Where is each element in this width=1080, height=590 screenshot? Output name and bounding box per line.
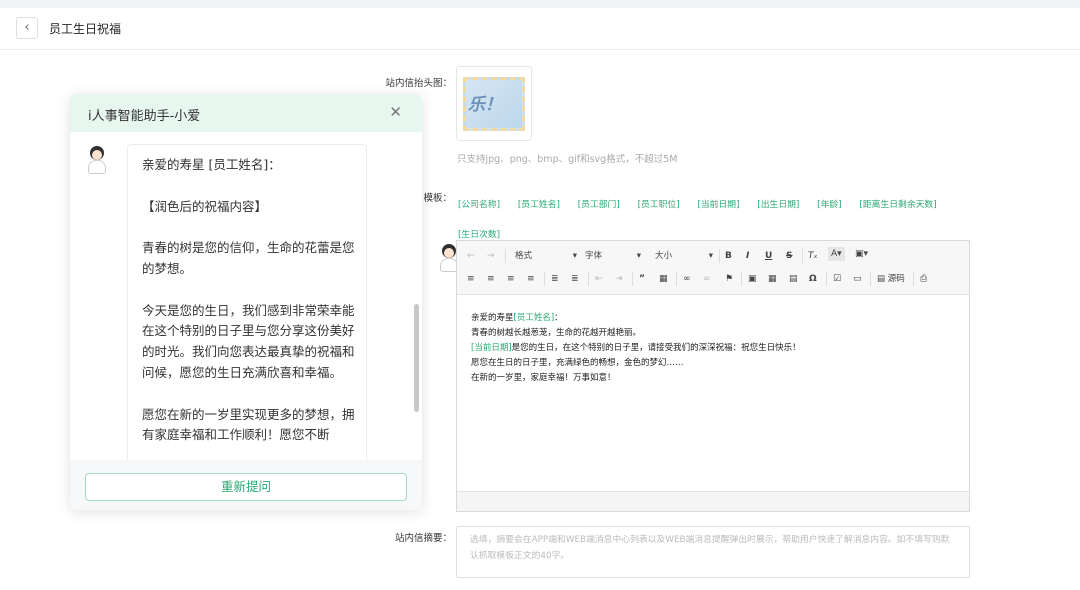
editor-toolbar: ← → 格式 ▾ 字体 ▾ 大小 ▾ B I U S Tₓ A▾ ▣▾ ≡ ≡ ≡ ≡… (457, 241, 969, 295)
source-button[interactable]: ▤ 源码 (877, 272, 905, 286)
underline-button[interactable]: U (765, 249, 772, 263)
tag-company-name[interactable]: [公司名称] (458, 200, 500, 210)
rich-text-editor: ← → 格式 ▾ 字体 ▾ 大小 ▾ B I U S Tₓ A▾ ▣▾ ≡ ≡ ≡ ≡… (456, 240, 970, 512)
tag-employee-department[interactable]: [员工部门] (578, 200, 620, 210)
align-right-icon[interactable]: ≡ (507, 272, 515, 286)
chat-footer: 重新提问 (70, 460, 422, 510)
strike-button[interactable]: S (786, 249, 792, 263)
source-file-icon: ▤ (877, 274, 886, 284)
editor-line-2: 青春的树越长越葱茏，生命的花越开越艳丽。 (471, 328, 642, 338)
align-center-icon[interactable]: ≡ (487, 272, 495, 286)
redo-icon[interactable]: → (487, 249, 495, 263)
print-icon[interactable]: ⎙ (920, 272, 927, 286)
size-select[interactable]: 大小 ▾ (655, 249, 713, 263)
horizontal-rule-icon[interactable]: ▤ (789, 272, 798, 286)
editor-line-4: 愿您在生日的日子里，充满绿色的畅想，金色的梦幻…… (471, 358, 684, 368)
assistant-avatar (84, 144, 110, 178)
bold-button[interactable]: B (725, 249, 732, 263)
tag-employee-position[interactable]: [员工职位] (638, 200, 680, 210)
message-paragraph: 亲爱的寿星 [员工姓名]： (142, 157, 281, 172)
editor-content[interactable]: 亲爱的寿星[员工姓名]： 青春的树越长越葱茏，生命的花越开越艳丽。 [当前日期]… (471, 311, 951, 386)
unlink-icon[interactable]: ∞ (703, 272, 711, 286)
bullet-list-icon[interactable]: ≣ (571, 272, 579, 286)
summary-label: 站内信摘要： (394, 533, 452, 544)
tag-employee-name[interactable]: [员工姓名] (518, 200, 560, 210)
assistant-message-bubble: 亲爱的寿星 [员工姓名]： 【润色后的祝福内容】 青春的树是您的信仰，生命的花蕾… (127, 144, 367, 464)
message-paragraph: 愿您在新的一岁里实现更多的梦想，拥有家庭幸福和工作顺利！愿您不断 (142, 406, 355, 443)
page-header: ‹ 员工生日祝福 (0, 8, 1080, 50)
italic-button[interactable]: I (746, 249, 749, 263)
message-paragraph: 【润色后的祝福内容】 (142, 198, 268, 214)
table-icon[interactable]: ▦ (768, 272, 777, 286)
editor-line-3: [当前日期]是您的生日，在这个特别的日子里，请接受我们的深深祝福：祝您生日快乐！ (471, 343, 801, 353)
format-select[interactable]: 格式 ▾ (515, 249, 577, 263)
head-image-upload[interactable]: 乐！ (456, 66, 532, 141)
align-justify-icon[interactable]: ≡ (527, 272, 535, 286)
chat-scrollbar[interactable] (414, 304, 419, 412)
ordered-list-icon[interactable]: ≣ (551, 272, 559, 286)
tag-birth-date[interactable]: [出生日期] (757, 200, 799, 210)
head-image-thumbnail: 乐！ (463, 77, 525, 131)
text-color-icon[interactable]: A▾ (828, 247, 845, 261)
page: ‹ 员工生日祝福 站内信抬头图： 乐！ 只支持jpg、png、bmp、gif和s… (0, 8, 1080, 590)
caret-down-icon: ▾ (708, 251, 713, 261)
tag-birthday-count[interactable]: [生日次数] (458, 230, 500, 240)
assistant-chat-panel: i人事智能助手-小爱 ✕ 亲爱的寿星 [员工姓名]： 【润色后的祝福内容】 青春… (70, 94, 422, 510)
summary-textarea[interactable]: 选填，摘要会在APP端和WEB端消息中心列表以及WEB端消息提醒弹出时展示，帮助… (456, 526, 970, 578)
undo-icon[interactable]: ← (467, 249, 475, 263)
checkbox-icon[interactable]: ☑ (833, 272, 841, 286)
chat-header: i人事智能助手-小爱 ✕ (70, 94, 422, 132)
upload-hint: 只支持jpg、png、bmp、gif和svg格式，不超过5M (457, 154, 678, 165)
indent-icon[interactable]: ⇥ (615, 272, 623, 286)
special-char-icon[interactable]: Ω (809, 272, 817, 286)
message-paragraph: 今天是您的生日，我们感到非常荣幸能在这个特别的日子里与您分享这份美好的时光。我们… (142, 302, 355, 380)
editor-line-1: 亲爱的寿星[员工姓名]： (471, 313, 563, 323)
align-left-icon[interactable]: ≡ (467, 272, 475, 286)
anchor-flag-icon[interactable]: ⚑ (725, 272, 733, 286)
background-color-icon[interactable]: ▣▾ (855, 247, 868, 261)
outdent-icon[interactable]: ⇤ (595, 272, 603, 286)
font-select[interactable]: 字体 ▾ (585, 249, 641, 263)
chat-title: i人事智能助手-小爱 (88, 109, 201, 124)
preview-icon[interactable]: ▭ (853, 272, 862, 286)
caret-down-icon: ▾ (572, 251, 577, 261)
page-title: 员工生日祝福 (49, 22, 122, 36)
format-painter-icon[interactable]: ▦ (659, 272, 668, 286)
chat-body: 亲爱的寿星 [员工姓名]： 【润色后的祝福内容】 青春的树是您的信仰，生命的花蕾… (70, 132, 422, 464)
tag-current-date[interactable]: [当前日期] (697, 200, 739, 210)
image-icon[interactable]: ▣ (748, 272, 757, 286)
clear-format-icon[interactable]: Tₓ (808, 249, 818, 263)
close-icon[interactable]: ✕ (389, 103, 402, 121)
editor-footer (457, 491, 969, 511)
link-icon[interactable]: ∞ (683, 272, 691, 286)
head-image-text: 乐！ (468, 95, 502, 115)
caret-down-icon: ▾ (636, 251, 641, 261)
blockquote-icon[interactable]: ” (639, 272, 645, 286)
message-paragraph: 青春的树是您的信仰，生命的花蕾是您的梦想。 (142, 240, 355, 276)
reask-button[interactable]: 重新提问 (85, 473, 407, 501)
chevron-left-icon: ‹ (24, 20, 30, 35)
back-button[interactable]: ‹ (16, 17, 38, 39)
head-image-label: 站内信抬头图： (385, 78, 452, 89)
editor-line-5: 在新的一岁里，家庭幸福！万事如意！ (471, 373, 616, 383)
tag-age[interactable]: [年龄] (817, 200, 841, 210)
tag-days-to-birthday[interactable]: [距离生日剩余天数] (859, 200, 936, 210)
